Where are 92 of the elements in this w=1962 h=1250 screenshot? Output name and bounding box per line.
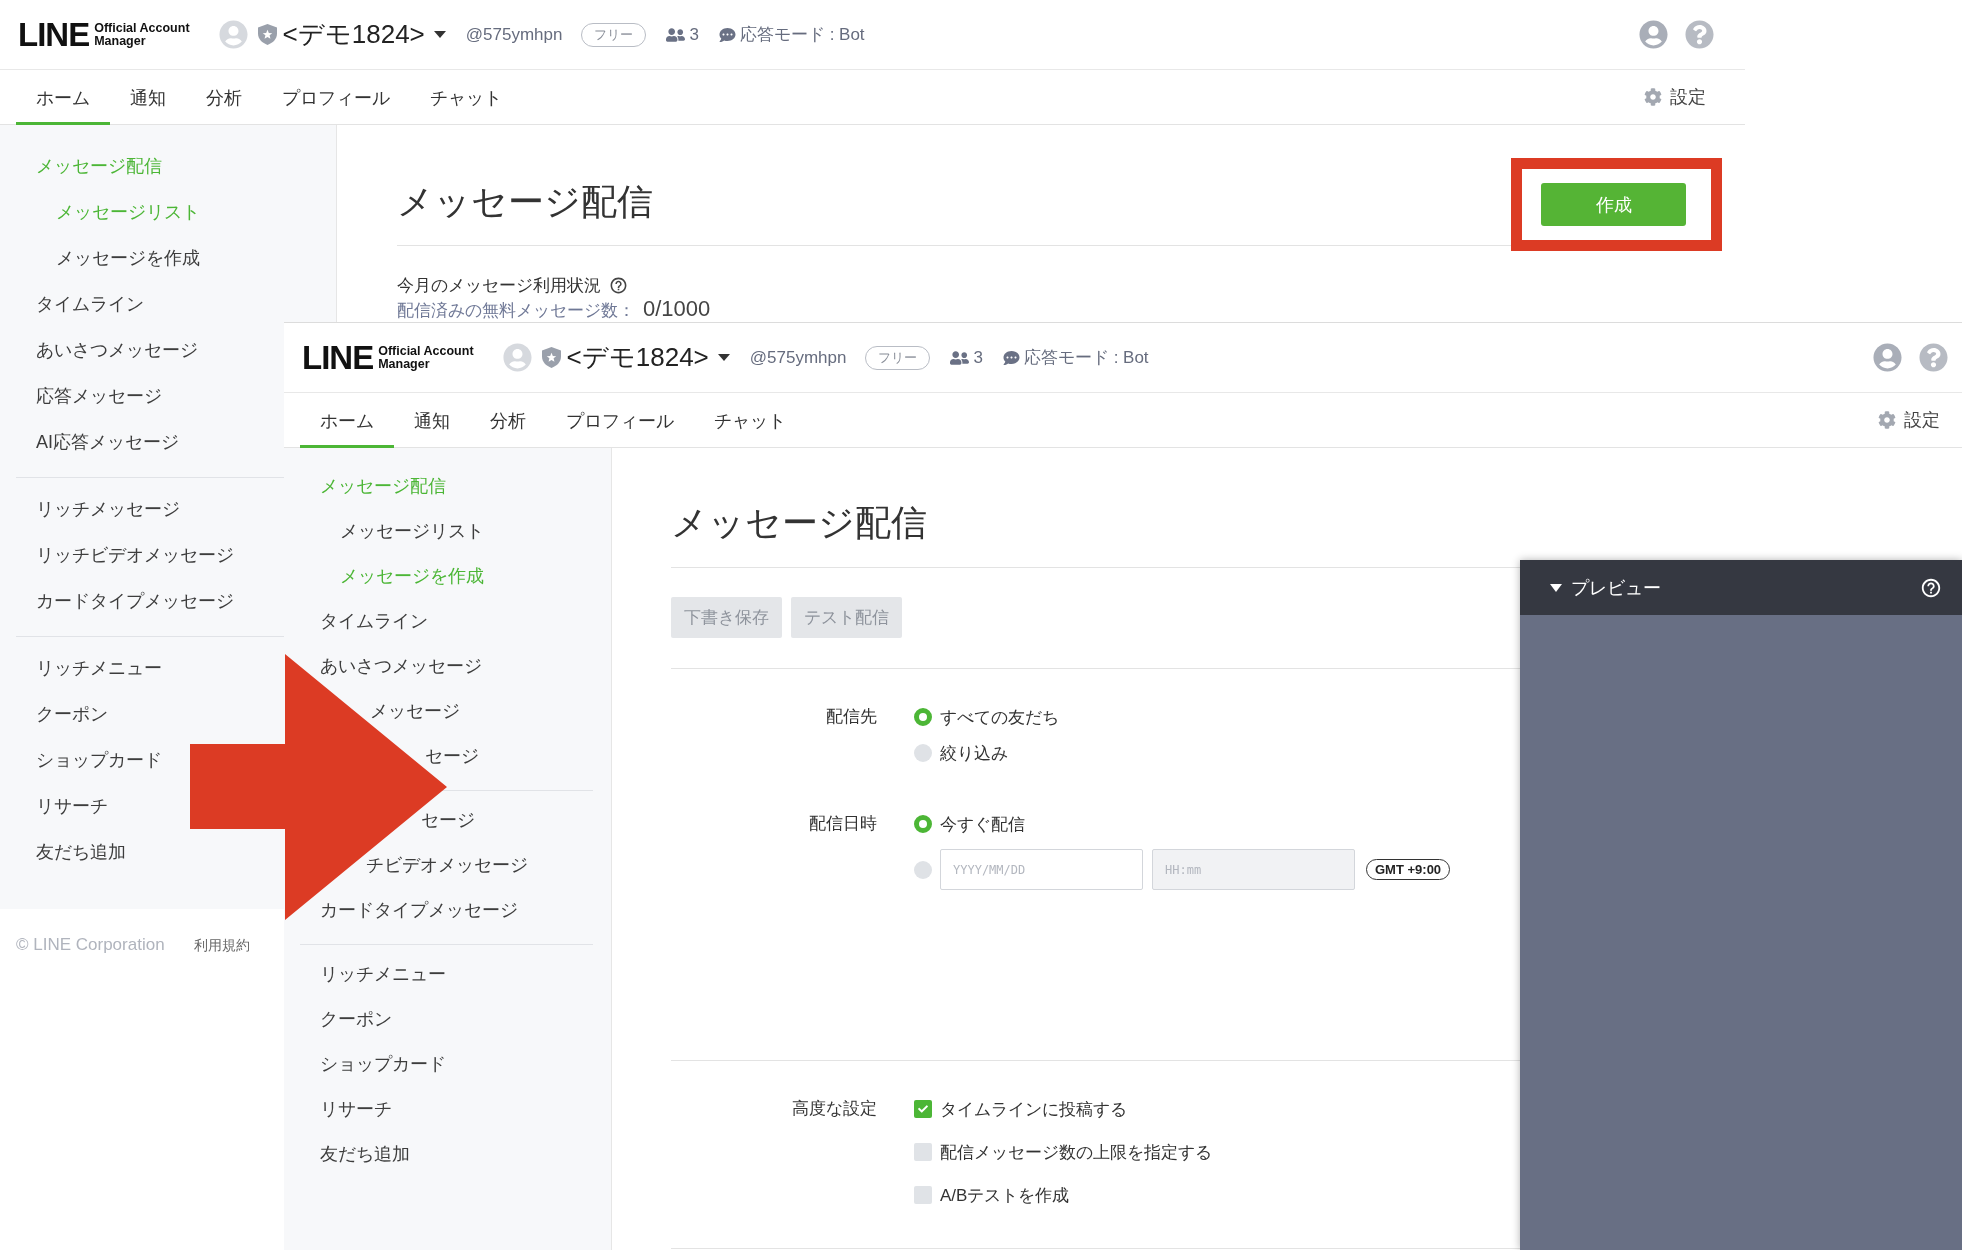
sidebar-link[interactable]: 友だち追加: [36, 840, 126, 864]
sidebar-link[interactable]: メッセージ: [370, 700, 460, 723]
sidebar-link[interactable]: リサーチ: [320, 1098, 392, 1121]
nav-tab[interactable]: 分析: [470, 393, 546, 448]
sidebar-link[interactable]: チビデオメッセージ: [366, 854, 528, 877]
sidebar-link[interactable]: リサーチ: [36, 794, 108, 818]
sidebar-link[interactable]: あいさつメッセージ: [36, 338, 198, 362]
settings-link[interactable]: 設定: [1644, 70, 1706, 124]
sidebar-link[interactable]: メッセージを作成: [56, 246, 200, 270]
nav-tab[interactable]: 通知: [394, 393, 470, 448]
preview-header[interactable]: プレビュー: [1520, 560, 1962, 615]
sidebar-link[interactable]: リッチメニュー: [36, 656, 162, 680]
people-icon: [950, 349, 970, 366]
shield-icon: [541, 347, 561, 368]
radio-button[interactable]: [914, 744, 932, 762]
avatar-icon: [502, 343, 532, 372]
checkbox[interactable]: [914, 1186, 932, 1204]
account-dropdown[interactable]: <デモ1824>: [282, 17, 446, 52]
sidebar-link[interactable]: リッチメニュー: [320, 963, 446, 986]
usage-value: 0/1000: [643, 298, 711, 320]
radio-label: 今すぐ配信: [940, 813, 1025, 836]
sidebar-link[interactable]: クーポン: [36, 702, 108, 726]
sidebar-link[interactable]: タイムライン: [36, 292, 144, 316]
help-icon[interactable]: [609, 275, 628, 295]
nav-tab[interactable]: チャット: [694, 393, 806, 448]
account-id: @575ymhpn: [465, 24, 563, 45]
caret-icon: [717, 354, 730, 361]
logo-subtitle: Official Account Manager: [378, 344, 474, 371]
logo-wordmark: LINE: [302, 341, 374, 374]
nav-tab[interactable]: 通知: [110, 70, 186, 125]
sidebar-link[interactable]: クーポン: [320, 1008, 392, 1031]
page-title: メッセージ配信: [397, 179, 653, 224]
chat-icon: [1002, 349, 1020, 366]
checkbox[interactable]: [914, 1143, 932, 1161]
account-id: @575ymhpn: [749, 347, 847, 368]
account-dropdown[interactable]: <デモ1824>: [566, 340, 730, 375]
preview-title: プレビュー: [1571, 576, 1661, 600]
nav-tab[interactable]: プロフィール: [546, 393, 694, 448]
chat-icon: [718, 26, 736, 43]
friend-count: 3: [689, 24, 699, 45]
nav-tab[interactable]: プロフィール: [262, 70, 410, 125]
checkbox-label: タイムラインに投稿する: [940, 1098, 1127, 1121]
logo-wordmark: LINE: [18, 18, 90, 51]
nav-tab[interactable]: チャット: [410, 70, 522, 125]
nav-tab[interactable]: 分析: [186, 70, 262, 125]
help-icon[interactable]: [1920, 576, 1942, 599]
checkbox-label: 配信メッセージ数の上限を指定する: [940, 1141, 1212, 1164]
sidebar-link[interactable]: カードタイプメッセージ: [320, 899, 518, 922]
sidebar-link[interactable]: ショップカード: [36, 748, 162, 772]
radio-label: 絞り込み: [940, 742, 1008, 765]
sidebar-link[interactable]: カードタイプメッセージ: [36, 589, 234, 613]
account-icon[interactable]: [1639, 20, 1668, 49]
usage-title: 今月のメッセージ利用状況: [397, 274, 601, 297]
sidebar-link[interactable]: リッチビデオメッセージ: [36, 543, 234, 567]
sidebar-link[interactable]: タイムライン: [320, 610, 428, 633]
field-label: 高度な設定: [792, 1098, 877, 1120]
field-label: 配信日時: [809, 813, 877, 835]
gear-icon: [1644, 88, 1662, 106]
response-mode: 応答モード : Bot: [1023, 347, 1149, 369]
settings-link[interactable]: 設定: [1878, 393, 1940, 447]
terms-link[interactable]: 利用規約: [193, 937, 250, 955]
account-icon[interactable]: [1873, 343, 1902, 372]
copyright-text: © LINE Corporation: [16, 935, 165, 955]
logo-subtitle: Official Account Manager: [94, 21, 190, 48]
sidebar-link[interactable]: あいさつメッセージ: [320, 655, 482, 678]
sidebar-link[interactable]: セージ: [425, 745, 479, 768]
checkbox[interactable]: [914, 1100, 932, 1118]
gear-icon: [1878, 411, 1896, 429]
page-title: メッセージ配信: [671, 501, 927, 545]
avatar-icon: [218, 20, 248, 49]
sidebar-link[interactable]: 友だち追加: [320, 1143, 410, 1166]
friend-count: 3: [973, 347, 983, 368]
sidebar-link[interactable]: リッチメッセージ: [36, 497, 180, 521]
radio-button[interactable]: [914, 815, 932, 833]
field-label: 配信先: [826, 706, 877, 728]
usage-label: 配信済みの無料メッセージ数：: [397, 300, 635, 322]
sidebar-link[interactable]: 応答メッセージ: [36, 384, 162, 408]
date-input[interactable]: YYYY/MM/DD: [940, 849, 1143, 890]
radio-button[interactable]: [914, 860, 932, 879]
people-icon: [666, 26, 686, 43]
radio-label: すべての友だち: [940, 706, 1059, 729]
sidebar-link[interactable]: セージ: [421, 809, 475, 832]
radio-button[interactable]: [914, 708, 932, 726]
response-mode: 応答モード : Bot: [739, 24, 865, 46]
sidebar-link[interactable]: AI応答メッセージ: [36, 430, 179, 454]
caret-icon: [1550, 583, 1562, 592]
caret-icon: [433, 31, 446, 38]
shield-icon: [257, 24, 277, 45]
check-icon: [918, 1104, 928, 1114]
sidebar-link[interactable]: メッセージリスト: [340, 520, 484, 543]
sidebar-link[interactable]: ショップカード: [320, 1053, 446, 1076]
checkbox-label: A/Bテストを作成: [940, 1184, 1070, 1207]
